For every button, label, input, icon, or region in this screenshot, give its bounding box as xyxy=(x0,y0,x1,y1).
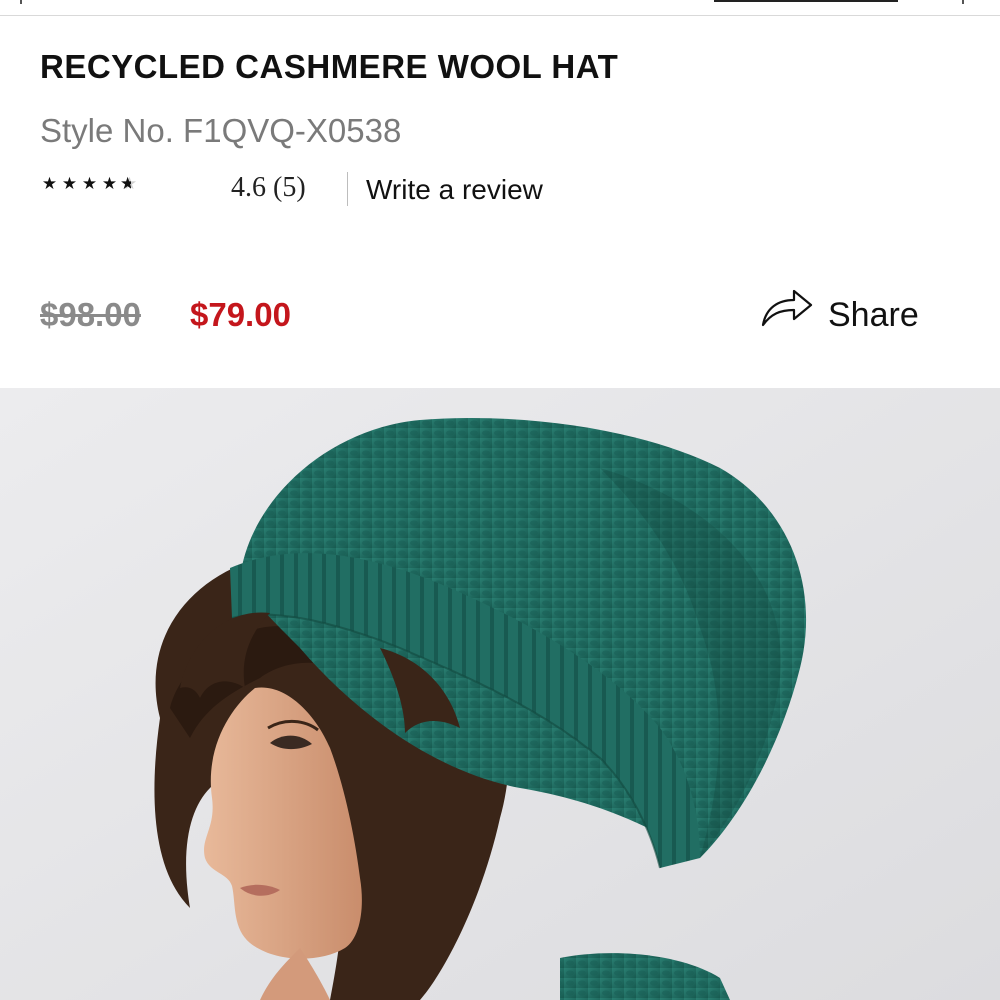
menu-edge-icon[interactable] xyxy=(962,0,964,4)
original-price: $98.00 xyxy=(40,296,141,333)
star-icon: ★ xyxy=(101,174,118,193)
star-icon: ★ xyxy=(41,174,58,193)
sale-price: $79.00 xyxy=(190,296,291,333)
write-review-link[interactable]: Write a review xyxy=(366,174,543,206)
rating-summary[interactable]: 4.6 (5) xyxy=(231,172,306,204)
product-image[interactable] xyxy=(0,388,1000,1000)
active-tab-indicator xyxy=(714,0,898,2)
star-icon: ★ xyxy=(61,174,78,193)
star-half-icon: ★ ★ xyxy=(120,174,138,193)
style-number: Style No. F1QVQ-X0538 xyxy=(40,112,402,149)
back-chevron-icon[interactable] xyxy=(20,0,22,4)
share-button[interactable]: Share xyxy=(760,282,919,335)
product-title: RECYCLED CASHMERE WOOL HAT xyxy=(40,48,619,85)
star-icon: ★ xyxy=(81,174,98,193)
rating-divider xyxy=(347,172,348,206)
star-rating[interactable]: ★ ★ ★ ★ ★ ★ xyxy=(40,174,139,194)
header-divider xyxy=(0,15,1000,16)
share-label: Share xyxy=(828,296,919,334)
share-arrow-icon xyxy=(760,284,814,333)
